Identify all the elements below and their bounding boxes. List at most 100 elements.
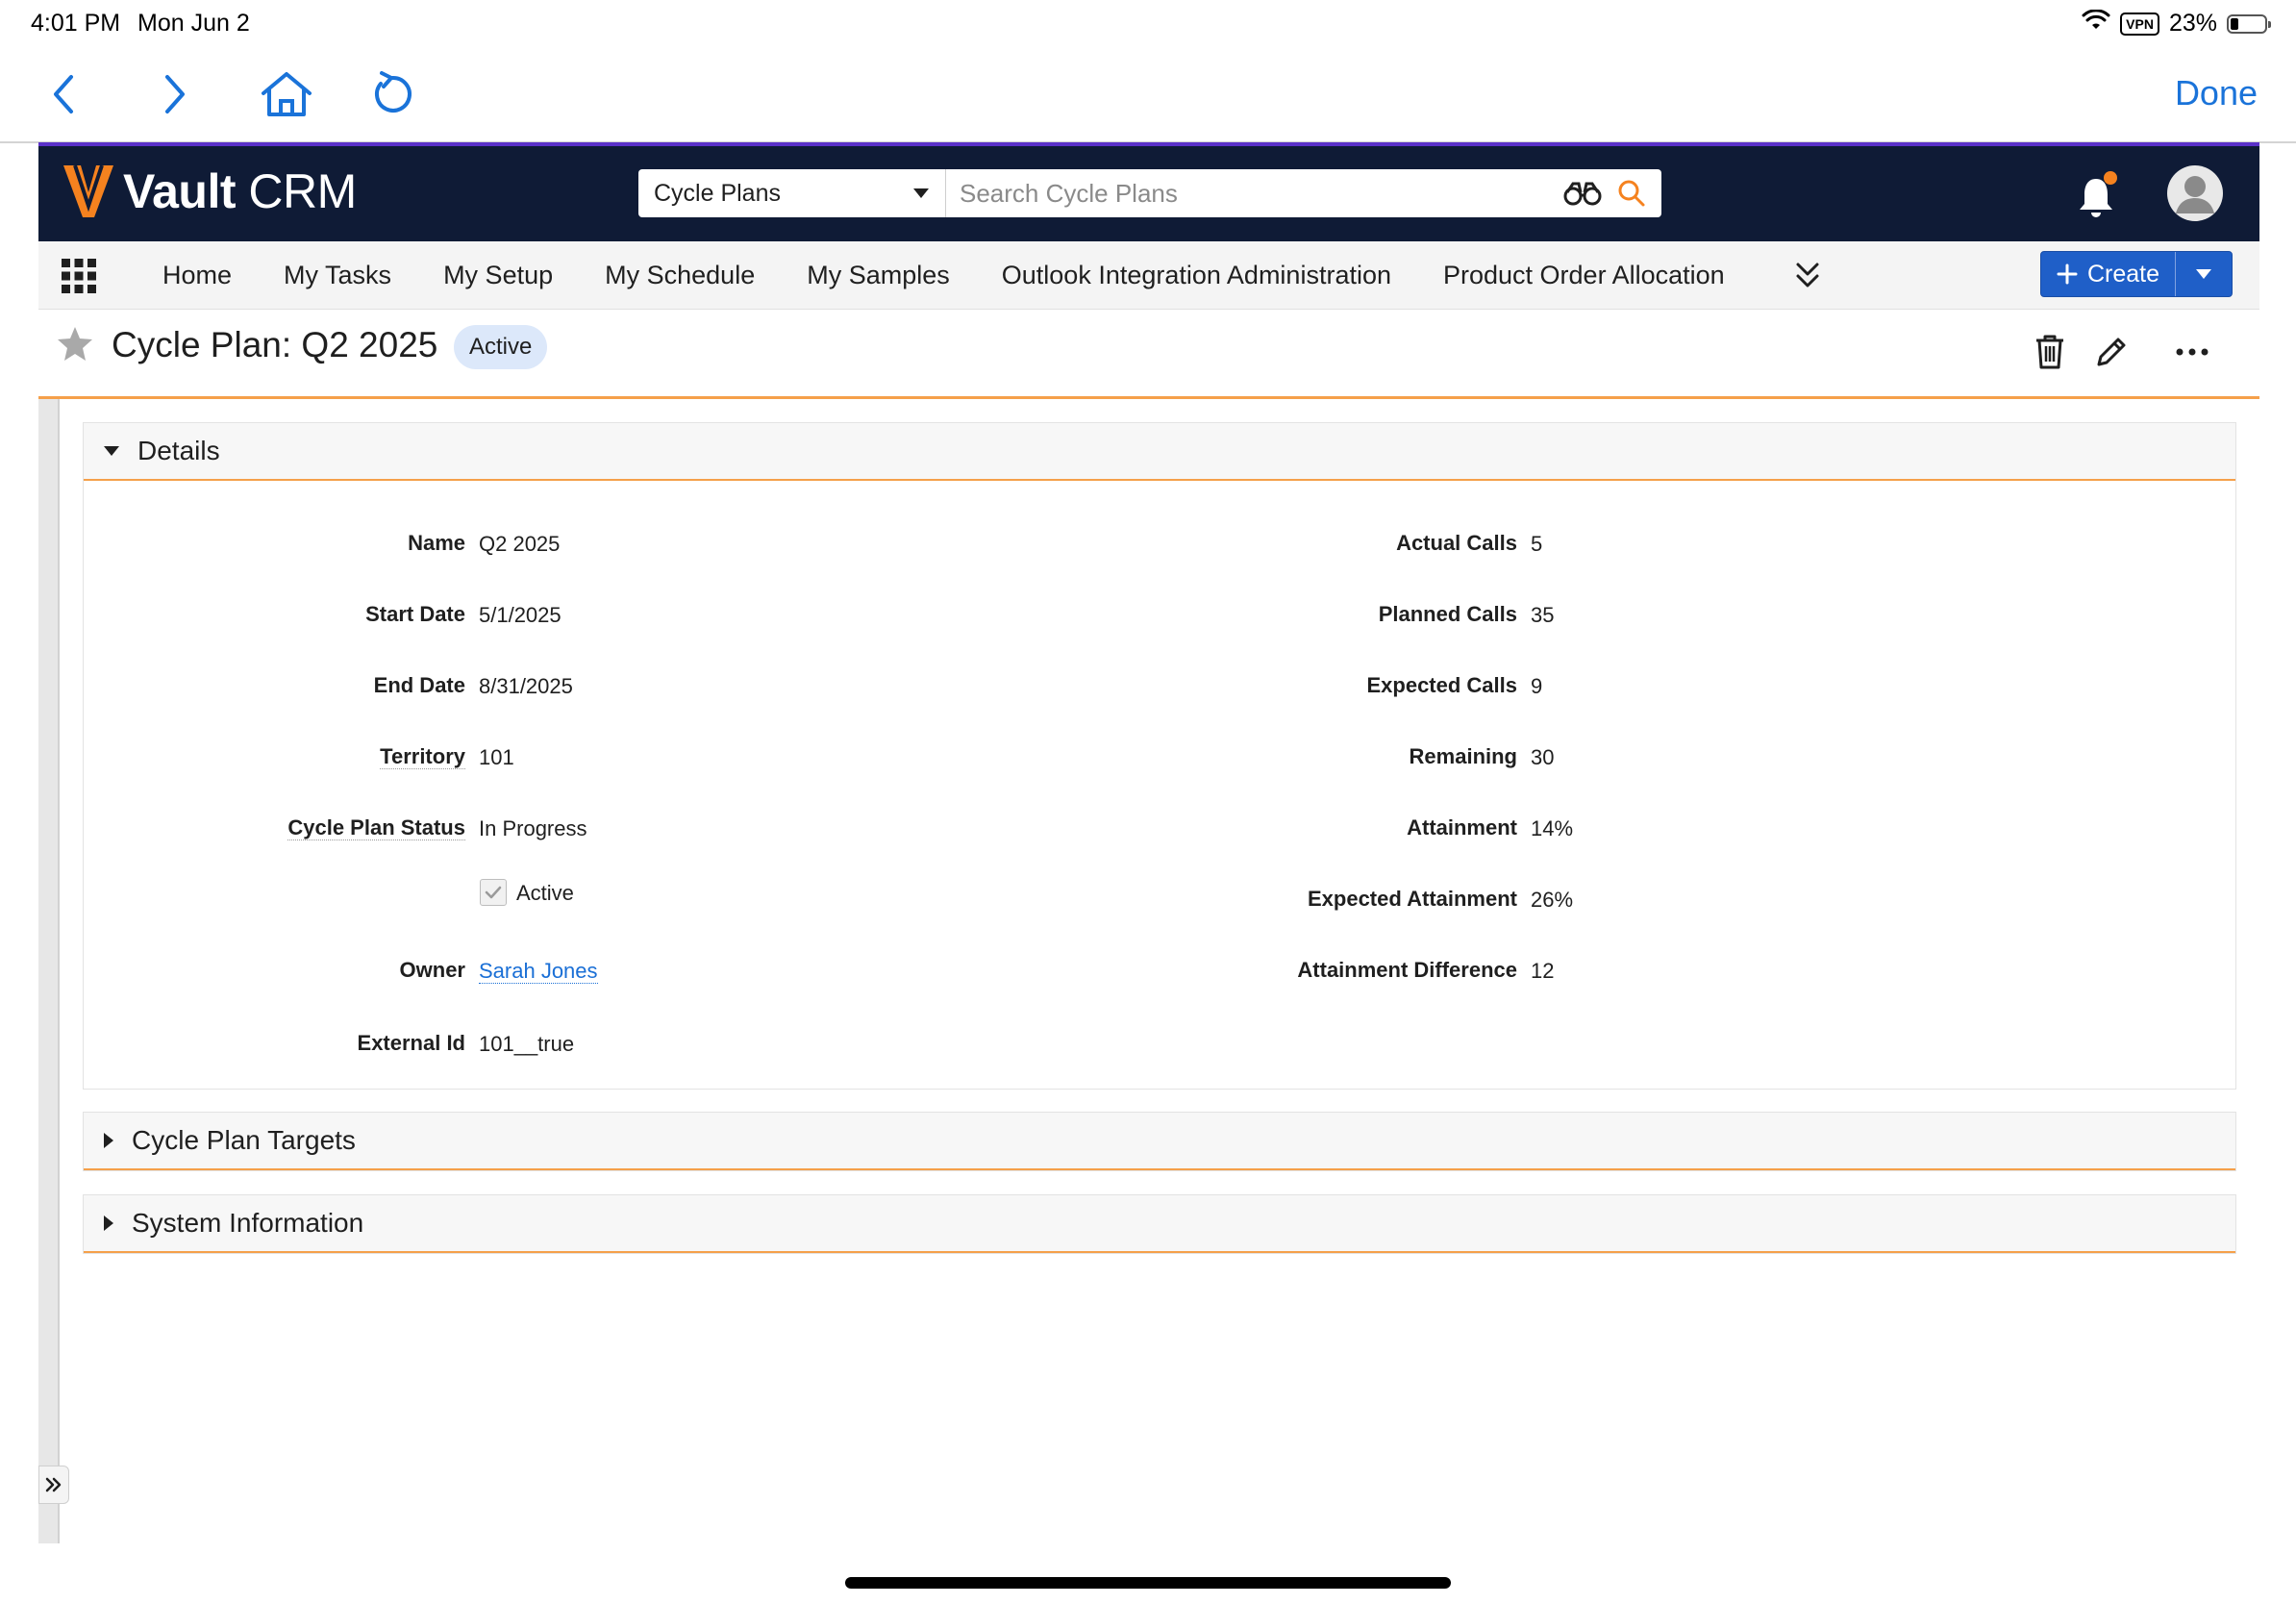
field-value-end-date: 8/31/2025: [479, 674, 573, 698]
create-button[interactable]: Create: [2041, 252, 2175, 296]
nav-item-outlook-integration-administration[interactable]: Outlook Integration Administration: [976, 261, 1417, 290]
search-icon[interactable]: [1617, 179, 1646, 208]
vpn-badge: VPN: [2120, 12, 2159, 36]
nav-item-my-tasks[interactable]: My Tasks: [258, 261, 417, 290]
active-checkbox-label: Active: [516, 881, 574, 905]
cycle-plan-targets-title: Cycle Plan Targets: [132, 1125, 356, 1155]
cycle-plan-targets-header[interactable]: Cycle Plan Targets: [84, 1113, 2235, 1170]
field-label-attainment: Attainment: [1407, 815, 1517, 840]
left-panel-gutter: [38, 399, 58, 1543]
favorite-button[interactable]: [56, 325, 94, 368]
caret-down-icon: [104, 446, 119, 456]
field-label-territory: Territory: [380, 744, 465, 769]
notification-dot: [2104, 171, 2117, 185]
delete-button[interactable]: [2029, 331, 2071, 373]
owner-link[interactable]: Sarah Jones: [479, 959, 598, 984]
status-time: 4:01 PM: [31, 10, 121, 37]
nav-item-my-setup[interactable]: My Setup: [417, 261, 579, 290]
status-date: Mon Jun 2: [137, 10, 250, 37]
field-value-expected-attainment: 26%: [1531, 888, 1574, 912]
reload-icon: [375, 71, 412, 113]
forward-button[interactable]: [146, 65, 204, 123]
page-title: Cycle Plan: Q2 2025: [112, 325, 438, 364]
search-input[interactable]: [946, 169, 1563, 217]
search-object-value: Cycle Plans: [654, 179, 781, 207]
create-button-group: Create: [2040, 251, 2233, 297]
field-label-cycle-plan-status: Cycle Plan Status: [287, 815, 465, 840]
edit-button[interactable]: [2090, 331, 2133, 373]
field-value-name: Q2 2025: [479, 532, 561, 556]
system-information-title: System Information: [132, 1208, 364, 1238]
field-label-external-id: External Id: [357, 1031, 465, 1055]
field-label-actual-calls: Actual Calls: [1396, 531, 1517, 555]
field-value-cycle-plan-status: In Progress: [479, 816, 587, 840]
logo-text-light: CRM: [235, 164, 357, 218]
cycle-plan-targets-section: Cycle Plan Targets: [83, 1112, 2236, 1171]
trash-icon: [2036, 335, 2063, 369]
field-value-external-id: 101__true: [479, 1032, 575, 1056]
wifi-icon: [2082, 9, 2110, 38]
app-header: Vault CRM Cycle Plans: [38, 142, 2259, 241]
double-chevron-down-icon[interactable]: [1790, 259, 1825, 293]
done-button[interactable]: Done: [2175, 73, 2258, 113]
nav-item-my-samples[interactable]: My Samples: [781, 261, 976, 290]
field-label-end-date: End Date: [373, 673, 465, 697]
field-label-planned-calls: Planned Calls: [1378, 602, 1517, 626]
plus-icon: [2057, 263, 2078, 285]
field-value-actual-calls: 5: [1531, 532, 1543, 556]
caret-right-icon: [104, 1133, 113, 1148]
status-badge: Active: [454, 325, 548, 369]
nav-item-my-schedule[interactable]: My Schedule: [579, 261, 781, 290]
more-actions-button[interactable]: [2171, 331, 2213, 373]
nav-item-home[interactable]: Home: [137, 261, 258, 290]
logo-text-bold: Vault: [123, 164, 236, 218]
reload-button[interactable]: [363, 65, 421, 123]
create-dropdown-button[interactable]: [2175, 252, 2232, 296]
checkmark-icon: [485, 886, 502, 899]
back-button[interactable]: [35, 65, 92, 123]
system-information-header[interactable]: System Information: [84, 1195, 2235, 1253]
vault-crm-logo[interactable]: Vault CRM: [62, 163, 357, 219]
chevron-right-icon: [165, 75, 185, 113]
field-value-planned-calls: 35: [1531, 603, 1555, 627]
active-checkbox: [480, 879, 507, 906]
system-information-section: System Information: [83, 1194, 2236, 1254]
battery-percent: 23%: [2168, 10, 2217, 37]
field-label-name: Name: [408, 531, 465, 555]
double-chevron-right-icon: [45, 1477, 62, 1492]
battery-icon: [2227, 13, 2271, 34]
expand-panel-button[interactable]: [38, 1466, 69, 1504]
nav-item-product-order-allocation[interactable]: Product Order Allocation: [1417, 261, 1751, 290]
home-icon: [262, 72, 312, 116]
field-label-owner: Owner: [399, 958, 465, 982]
caret-right-icon: [104, 1216, 113, 1231]
app-launcher-grid-icon[interactable]: [60, 257, 98, 295]
field-value-owner: Sarah Jones: [479, 959, 598, 984]
status-indicators: VPN 23%: [2082, 9, 2271, 38]
field-value-expected-calls: 9: [1531, 674, 1543, 698]
field-value-attainment-difference: 12: [1531, 959, 1555, 983]
global-search: Cycle Plans: [638, 169, 1661, 217]
title-divider: [38, 396, 2259, 399]
user-avatar[interactable]: [2167, 165, 2223, 221]
field-label-expected-attainment: Expected Attainment: [1307, 887, 1517, 911]
create-button-label: Create: [2086, 260, 2160, 288]
field-value-territory: 101: [479, 745, 514, 769]
details-section-title: Details: [137, 436, 220, 465]
field-value-attainment: 14%: [1531, 816, 1574, 840]
user-icon: [2176, 176, 2214, 213]
main-nav: Home My Tasks My Setup My Schedule My Sa…: [38, 241, 2259, 310]
caret-down-icon: [2196, 269, 2211, 279]
search-object-select[interactable]: Cycle Plans: [638, 169, 946, 217]
caret-down-icon: [913, 188, 929, 198]
star-icon: [58, 327, 92, 361]
field-value-remaining: 30: [1531, 745, 1555, 769]
veeva-v-logo-icon: [63, 164, 113, 217]
pencil-icon: [2097, 338, 2126, 366]
notifications-button[interactable]: [2069, 169, 2123, 223]
home-indicator: [845, 1577, 1451, 1589]
home-button[interactable]: [258, 65, 315, 123]
binoculars-icon[interactable]: [1563, 181, 1602, 206]
details-section-header[interactable]: Details: [84, 423, 2235, 481]
chevron-left-icon: [54, 75, 73, 113]
